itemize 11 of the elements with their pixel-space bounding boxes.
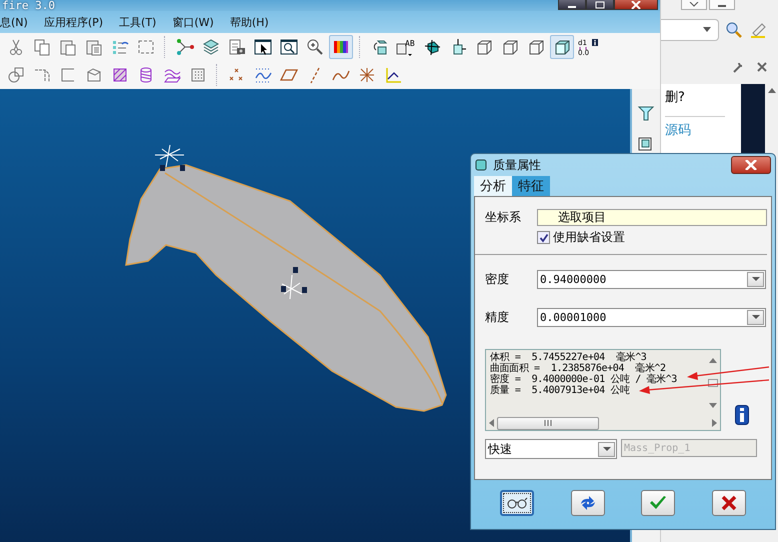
window-title: fire 3.0 — [1, 0, 55, 11]
question-text: 删? — [665, 89, 686, 106]
result-line: 曲面面积 = 1.2385876e+04 毫米^2 — [490, 363, 666, 374]
field-label: 坐标系 — [485, 209, 522, 226]
field-label: 密度 — [485, 270, 510, 288]
result-line: 密度 = 9.4000000e-01 公吨 / 毫米^3 — [490, 374, 678, 385]
dialog-title: 质量属性 — [493, 156, 541, 174]
checkbox-label: 使用缺省设置 — [553, 229, 625, 246]
field-label: 精度 — [485, 308, 510, 326]
result-line: 质量 = 5.4007913e+04 公吨 — [490, 385, 631, 396]
result-line: 体积 = 5.7455227e+04 毫米^3 — [490, 352, 646, 363]
